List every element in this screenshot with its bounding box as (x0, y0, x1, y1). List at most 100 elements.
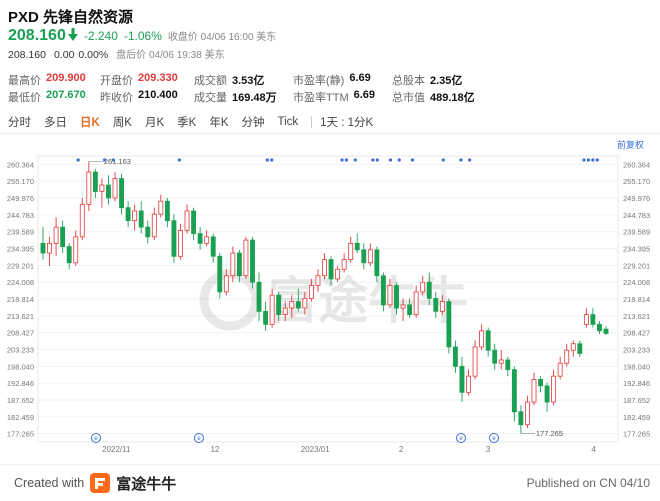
candle-body[interactable] (210, 236, 216, 257)
candle-body[interactable] (603, 328, 609, 334)
candle-body[interactable] (236, 252, 242, 277)
candle-body[interactable] (40, 242, 46, 254)
event-marker[interactable] (375, 158, 379, 162)
candle-body[interactable] (479, 330, 485, 348)
candlestick-chart[interactable]: 260.364 260.364 255.170 255.170 249.976 249.9… (0, 150, 660, 462)
event-marker[interactable] (397, 158, 401, 162)
candle-body[interactable] (322, 259, 327, 277)
period-selector[interactable]: 1天 : 1分K (320, 114, 373, 130)
tab-3[interactable]: 周K (113, 114, 132, 130)
candle-body[interactable] (466, 375, 471, 393)
candle-body[interactable] (256, 281, 262, 312)
candle-body[interactable] (125, 207, 131, 222)
event-marker[interactable] (265, 158, 269, 162)
candle-body[interactable] (315, 275, 321, 286)
candle-body[interactable] (92, 171, 98, 192)
candle-body[interactable] (426, 281, 432, 299)
candle-body[interactable] (335, 268, 341, 280)
candle-body[interactable] (328, 259, 334, 280)
candle-body[interactable] (498, 359, 504, 364)
candle-body[interactable] (420, 281, 426, 293)
tab-8[interactable]: Tick (278, 116, 299, 128)
candle-body[interactable] (354, 242, 360, 251)
candle-body[interactable] (400, 304, 406, 309)
event-marker[interactable] (595, 158, 599, 162)
event-marker[interactable] (102, 158, 107, 162)
candle-body[interactable] (453, 346, 458, 367)
event-marker[interactable] (177, 158, 181, 162)
candle-body[interactable] (531, 378, 537, 403)
candle-body[interactable] (492, 349, 498, 364)
tab-0[interactable]: 分时 (8, 114, 31, 130)
candle-body[interactable] (597, 323, 602, 332)
tab-7[interactable]: 分钟 (242, 114, 265, 130)
candle-body[interactable] (387, 285, 393, 306)
tab-1[interactable]: 多日 (44, 114, 67, 130)
event-marker[interactable] (591, 158, 595, 162)
candle-body[interactable] (544, 385, 550, 403)
candle-body[interactable] (361, 249, 367, 264)
candle-body[interactable] (47, 242, 52, 254)
candle-body[interactable] (439, 301, 445, 312)
candle-body[interactable] (79, 204, 85, 238)
event-marker[interactable] (371, 158, 375, 162)
candle-body[interactable] (119, 178, 124, 209)
candle-body[interactable] (511, 369, 517, 413)
candle-body[interactable] (459, 366, 465, 393)
candle-body[interactable] (289, 301, 295, 309)
candle-body[interactable] (112, 178, 118, 199)
candle-body[interactable] (269, 294, 275, 325)
candle-body[interactable] (551, 375, 557, 403)
candle-body[interactable] (564, 349, 570, 364)
candle-body[interactable] (505, 359, 511, 371)
candle-body[interactable] (583, 314, 589, 325)
candle-body[interactable] (570, 343, 576, 351)
candle-body[interactable] (485, 330, 491, 351)
candle-body[interactable] (164, 200, 170, 222)
candle-body[interactable] (380, 275, 386, 306)
candle-body[interactable] (308, 285, 314, 299)
candle-body[interactable] (66, 246, 72, 264)
candle-body[interactable] (132, 210, 138, 222)
candle-body[interactable] (446, 301, 452, 348)
event-marker[interactable] (459, 158, 463, 162)
candle-body[interactable] (282, 307, 288, 315)
candle-body[interactable] (538, 378, 543, 387)
candle-body[interactable] (394, 285, 399, 309)
candle-body[interactable] (145, 226, 151, 238)
candle-body[interactable] (250, 239, 255, 283)
tab-4[interactable]: 月K (145, 114, 164, 130)
candle-body[interactable] (86, 171, 92, 205)
event-marker[interactable] (76, 158, 80, 162)
tab-6[interactable]: 年K (209, 114, 228, 130)
tab-2[interactable]: 日K (80, 114, 100, 130)
candle-body[interactable] (60, 226, 66, 247)
candle-body[interactable] (590, 314, 596, 325)
candle-body[interactable] (138, 210, 144, 228)
event-marker[interactable] (270, 158, 274, 162)
candle-body[interactable] (263, 310, 269, 325)
candle-body[interactable] (413, 291, 419, 315)
event-marker[interactable] (111, 158, 115, 162)
event-marker[interactable] (388, 158, 393, 162)
candle-body[interactable] (223, 275, 229, 293)
candle-body[interactable] (191, 210, 196, 235)
candle-body[interactable] (243, 239, 249, 277)
event-marker[interactable] (344, 158, 349, 162)
candle-body[interactable] (197, 233, 203, 244)
candle-body[interactable] (374, 249, 380, 277)
event-marker[interactable] (340, 158, 344, 162)
candle-body[interactable] (178, 229, 183, 257)
candle-body[interactable] (106, 184, 111, 199)
candle-body[interactable] (302, 297, 308, 309)
candle-body[interactable] (518, 411, 524, 426)
candle-body[interactable] (472, 346, 478, 377)
tab-5[interactable]: 季K (177, 114, 196, 130)
candle-body[interactable] (73, 236, 79, 264)
candle-body[interactable] (151, 213, 157, 238)
candle-body[interactable] (204, 236, 210, 244)
candle-body[interactable] (217, 255, 223, 293)
event-marker[interactable] (468, 158, 472, 162)
candle-body[interactable] (348, 242, 354, 260)
candle-body[interactable] (230, 252, 236, 277)
